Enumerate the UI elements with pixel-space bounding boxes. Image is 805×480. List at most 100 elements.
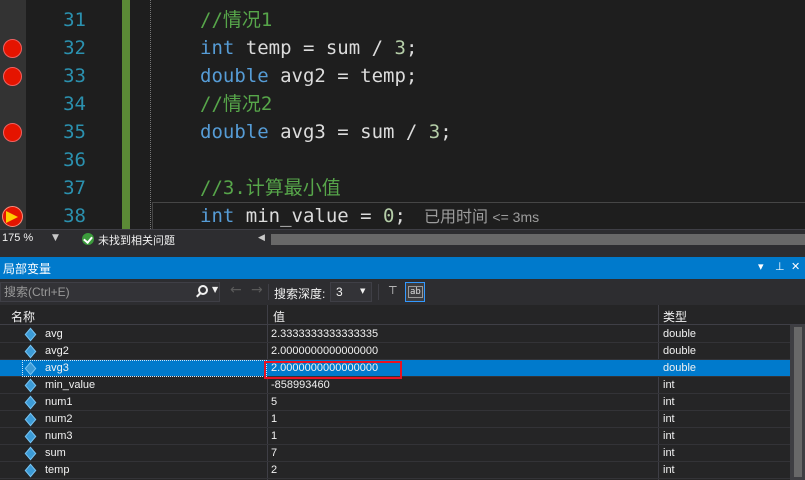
breakpoint-icon[interactable] <box>3 67 22 86</box>
horizontal-scroll-thumb[interactable] <box>271 234 805 245</box>
breakpoint-icon[interactable] <box>3 123 22 142</box>
editor-status-strip: 175 % ▼ 未找到相关问题 ◀ <box>0 229 805 249</box>
column-header-type[interactable]: 类型 <box>663 308 687 325</box>
annotation-highlight-box <box>264 361 402 379</box>
zoom-level[interactable]: 175 % <box>2 232 33 244</box>
table-row[interactable]: avg2 2.0000000000000000 double <box>0 343 790 360</box>
code-text[interactable]: //情况1 <box>200 6 272 34</box>
filter-pin-icon: ⊤ <box>388 284 398 297</box>
keyword-token: double <box>200 121 269 143</box>
line-number: 33 <box>63 65 86 87</box>
window-menu-dropdown-icon[interactable]: ▾ <box>758 260 764 273</box>
variable-field-icon <box>24 378 37 393</box>
code-line[interactable]: 35 double avg3 = sum / 3; <box>0 118 805 146</box>
table-row[interactable]: temp 2 int <box>0 462 790 479</box>
variable-type: int <box>663 379 675 391</box>
code-text[interactable]: double avg3 = sum / 3; <box>200 118 452 146</box>
variable-field-icon <box>24 446 37 461</box>
variable-field-icon <box>24 395 37 410</box>
code-text[interactable]: //3.计算最小值 <box>200 174 341 202</box>
perf-tip-value: <= 3ms <box>492 209 540 225</box>
variable-value[interactable]: 5 <box>271 396 277 408</box>
variable-type: double <box>663 328 697 340</box>
perf-tip[interactable]: 已用时间 <= 3ms <box>424 209 539 226</box>
code-token: ; <box>394 205 406 227</box>
pin-icon[interactable]: ⊥ <box>775 260 785 273</box>
grid-header: 名称 值 类型 <box>0 305 805 325</box>
search-depth-select[interactable]: 3 ▼ <box>330 282 372 302</box>
close-icon[interactable]: ✕ <box>791 260 800 273</box>
search-next-icon[interactable]: → <box>251 282 263 298</box>
code-token: ; <box>405 37 418 59</box>
variable-value[interactable]: 2 <box>271 464 277 476</box>
variable-type: int <box>663 430 675 442</box>
table-row[interactable]: num2 1 int <box>0 411 790 428</box>
hex-display-toggle[interactable]: ab <box>405 282 425 302</box>
pin-to-source-button[interactable]: ⊤ <box>384 282 404 302</box>
code-line[interactable]: 34 //情况2 <box>0 90 805 118</box>
locals-window-titlebar[interactable]: 局部变量 ▾ ⊥ ✕ <box>0 257 805 279</box>
code-line[interactable]: 31 //情况1 <box>0 6 805 34</box>
number-token: 0 <box>383 205 395 227</box>
table-row[interactable]: num3 1 int <box>0 428 790 445</box>
issues-status[interactable]: 未找到相关问题 <box>98 232 175 248</box>
code-editor[interactable]: 31//情况1 32 int temp = sum / 3; 33 double avg… <box>0 0 805 229</box>
variable-value[interactable]: 2.0000000000000000 <box>271 345 378 357</box>
search-box[interactable]: ▼ <box>0 282 220 302</box>
variable-value[interactable]: 2.3333333333333335 <box>271 328 378 340</box>
locals-grid: 名称 值 类型 avg 2.3333333333333335 double avg2 2… <box>0 305 805 480</box>
number-token: 3 <box>428 121 441 143</box>
column-header-value[interactable]: 值 <box>273 308 285 325</box>
variable-type: int <box>663 413 675 425</box>
search-input[interactable] <box>4 284 189 300</box>
table-row[interactable]: sum 7 int <box>0 445 790 462</box>
chevron-down-icon: ▼ <box>360 287 366 295</box>
code-line[interactable]: 32 int temp = sum / 3; <box>0 34 805 62</box>
line-number: 35 <box>63 121 86 143</box>
code-line[interactable]: 36 <box>0 146 805 174</box>
search-depth-value: 3 <box>336 285 343 299</box>
table-row[interactable]: avg 2.3333333333333335 double <box>0 326 790 343</box>
comment-token: //情况2 <box>200 93 273 115</box>
zoom-dropdown-icon[interactable]: ▼ <box>52 233 59 243</box>
code-text[interactable]: int temp = sum / 3; <box>200 34 417 62</box>
locals-window-title: 局部变量 <box>3 262 52 276</box>
table-row[interactable]: num1 5 int <box>0 394 790 411</box>
keyword-token: int <box>200 37 235 59</box>
vertical-scroll-thumb[interactable] <box>794 327 802 477</box>
code-token: min_value = <box>234 205 384 227</box>
variable-value[interactable]: -858993460 <box>271 379 330 391</box>
line-number: 32 <box>63 37 86 59</box>
search-options-dropdown-icon[interactable]: ▼ <box>212 285 218 294</box>
search-icon[interactable] <box>198 285 208 295</box>
check-circle-icon <box>82 233 94 245</box>
code-token: avg2 = temp; <box>268 65 418 87</box>
panel-splitter[interactable] <box>0 249 805 257</box>
variable-name: min_value <box>45 379 96 391</box>
variable-name: temp <box>45 464 70 476</box>
code-line[interactable]: 37 //3.计算最小值 <box>0 174 805 202</box>
column-header-name[interactable]: 名称 <box>11 308 35 325</box>
variable-value[interactable]: 7 <box>271 447 277 459</box>
code-text[interactable]: //情况2 <box>200 90 272 118</box>
variable-value[interactable]: 1 <box>271 430 277 442</box>
search-previous-icon[interactable]: ← <box>230 282 242 298</box>
variable-field-icon <box>24 327 37 342</box>
number-token: 3 <box>394 37 406 59</box>
variable-type: int <box>663 447 675 459</box>
variable-value[interactable]: 1 <box>271 413 277 425</box>
code-line[interactable]: 38 int min_value = 0; 已用时间 <= 3ms <box>0 202 805 229</box>
variable-name: avg3 <box>45 362 69 374</box>
toolbar-separator <box>268 284 269 300</box>
code-token: ; <box>440 121 452 143</box>
keyword-token: double <box>200 65 269 87</box>
code-text[interactable]: double avg2 = temp; <box>200 62 417 90</box>
breakpoint-icon[interactable] <box>3 39 22 58</box>
current-statement-arrow-icon[interactable] <box>2 206 23 227</box>
scroll-left-icon[interactable]: ◀ <box>258 233 265 243</box>
code-text[interactable]: int min_value = 0; 已用时间 <= 3ms <box>200 202 539 229</box>
variable-type: int <box>663 464 675 476</box>
table-row[interactable]: min_value -858993460 int <box>0 377 790 394</box>
line-number: 34 <box>63 93 86 115</box>
code-line[interactable]: 33 double avg2 = temp; <box>0 62 805 90</box>
